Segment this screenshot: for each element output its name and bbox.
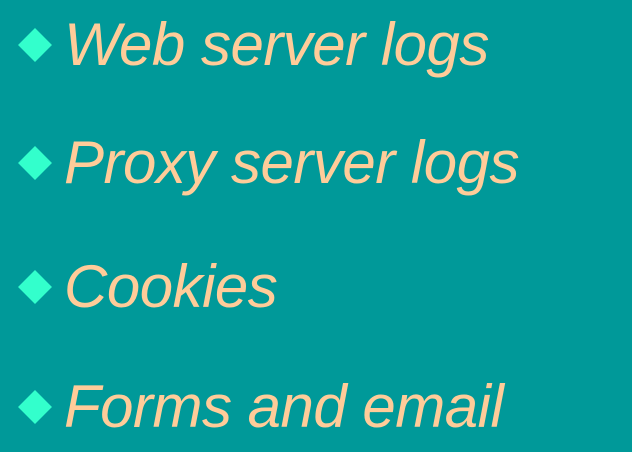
bullet-item-cookies: Cookies bbox=[18, 242, 278, 332]
slide: Web server logs Proxy server logs Cookie… bbox=[0, 0, 632, 442]
diamond-bullet-icon bbox=[18, 390, 52, 424]
bullet-item-proxy-server-logs: Proxy server logs bbox=[18, 118, 519, 208]
bullet-text: Web server logs bbox=[64, 11, 489, 78]
diamond-bullet-icon bbox=[18, 270, 52, 304]
bullet-item-forms-and-email: Forms and email bbox=[18, 362, 504, 452]
diamond-bullet-icon bbox=[18, 28, 52, 62]
bullet-text: Proxy server logs bbox=[64, 129, 519, 196]
diamond-bullet-icon bbox=[18, 146, 52, 180]
bullet-text: Forms and email bbox=[64, 373, 504, 440]
bullet-item-web-server-logs: Web server logs bbox=[18, 0, 489, 90]
bullet-list: Web server logs Proxy server logs Cookie… bbox=[0, 0, 632, 442]
bullet-text: Cookies bbox=[64, 253, 278, 320]
